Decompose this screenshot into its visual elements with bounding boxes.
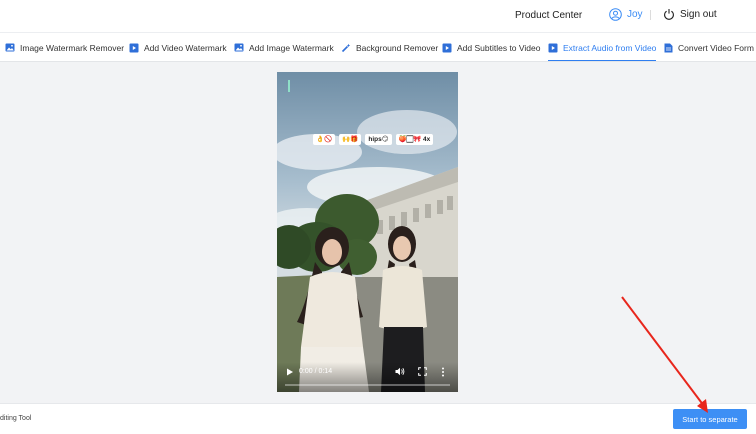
volume-icon[interactable] [395,367,405,376]
sticker: 🍑🏻🎀 4x [395,134,434,145]
video-icon [129,43,139,52]
more-options-icon[interactable] [441,367,445,377]
tab-image-watermark-remover[interactable]: Image Watermark Remover [5,33,125,61]
document-icon [664,43,673,52]
image-icon [5,43,15,52]
tab-label: Add Subtitles to Video [457,42,541,53]
play-icon[interactable] [286,368,294,376]
fullscreen-icon[interactable] [418,367,427,376]
tab-convert-video-format[interactable]: Convert Video Form [664,33,754,61]
sticker-row: 👌🚫 🙌🎁 hips😏 🍑🏻🎀 4x [313,134,434,145]
sticker: 👌🚫 [313,134,336,145]
video-player[interactable]: 👌🚫 🙌🎁 hips😏 🍑🏻🎀 4x 0:00 / 0:14 [277,72,458,392]
user-name: Joy [627,9,643,20]
power-icon [664,9,674,20]
sign-out-button[interactable]: Sign out [663,8,717,20]
tab-extract-audio-from-video[interactable]: Extract Audio from Video [548,33,657,61]
video-icon [548,43,558,52]
sign-out-label: Sign out [680,8,717,20]
magic-wand-icon [341,43,351,52]
tab-add-video-watermark[interactable]: Add Video Watermark [129,33,227,61]
sticker: hips😏 [365,134,392,145]
tab-label: Background Remover [356,42,439,53]
tab-label: Convert Video Form [678,42,754,53]
top-header: Product Center Joy Sign out [0,0,756,32]
tab-label: Extract Audio from Video [563,42,657,53]
player-controls: 0:00 / 0:14 [277,362,458,392]
tab-add-image-watermark[interactable]: Add Image Watermark [234,33,334,61]
tab-label: Add Image Watermark [249,42,334,53]
product-center-link[interactable]: Product Center [515,10,582,21]
playback-time: 0:00 / 0:14 [299,368,333,375]
start-to-separate-button[interactable]: Start to separate [673,409,747,429]
sticker: 🙌🎁 [339,134,362,145]
video-icon [442,43,452,52]
tab-label: Add Video Watermark [144,42,227,53]
video-frame [277,72,458,392]
tool-tabs: Image Watermark Remover Add Video Waterm… [0,32,756,62]
tab-add-subtitles-to-video[interactable]: Add Subtitles to Video [442,33,541,61]
progress-bar[interactable] [285,384,450,386]
editing-tool-label: diting Tool [0,415,32,422]
tab-background-remover[interactable]: Background Remover [341,33,439,61]
image-icon [234,43,244,52]
user-avatar-icon [609,8,622,21]
bottom-bar: diting Tool Start to separate [0,403,756,434]
header-divider [650,10,651,20]
tab-label: Image Watermark Remover [20,42,125,53]
user-menu[interactable]: Joy [609,8,643,21]
